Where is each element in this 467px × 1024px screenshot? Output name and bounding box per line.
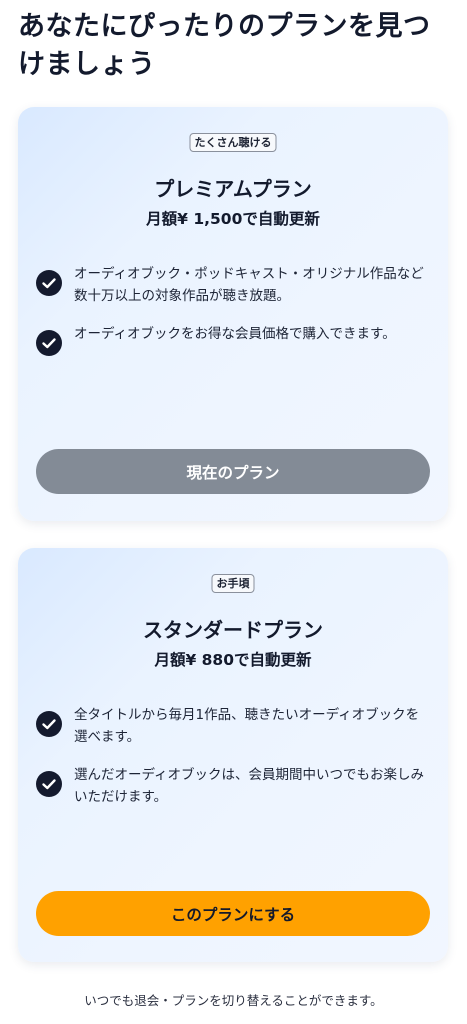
feature-text: 全タイトルから毎月1作品、聴きたいオーディオブックを選べます。 [74, 707, 420, 745]
feature-text: オーディオブック・ポッドキャスト・オリジナル作品など数十万以上の対象作品が聴き放… [74, 266, 424, 304]
page-title: あなたにぴったりのプランを見つけましょう [18, 11, 431, 80]
feature-list: オーディオブック・ポッドキャスト・オリジナル作品など数十万以上の対象作品が聴き放… [36, 263, 428, 383]
plan-badge: たくさん聴ける [189, 133, 277, 152]
plan-card-premium: たくさん聴ける プレミアムプラン 月額¥ 1,500で自動更新 オーディオブック… [18, 107, 448, 521]
feature-item: オーディオブックをお得な会員価格で購入できます。 [36, 323, 428, 371]
plan-badge: お手頃 [211, 574, 255, 593]
plan-price: 月額¥ 1,500で自動更新 [146, 210, 320, 228]
feature-list: 全タイトルから毎月1作品、聴きたいオーディオブックを選べます。 選んだオーディオ… [36, 704, 428, 824]
feature-text: 選んだオーディオブックは、会員期間中いつでもお楽しみいただけます。 [74, 767, 425, 805]
plan-name: スタンダードプラン [143, 618, 323, 642]
current-plan-button[interactable]: 現在のプラン [36, 449, 430, 494]
feature-item: 全タイトルから毎月1作品、聴きたいオーディオブックを選べます。 [36, 704, 428, 752]
check-circle-icon [36, 270, 62, 296]
choose-plan-button[interactable]: このプランにする [36, 891, 430, 936]
feature-text: オーディオブックをお得な会員価格で購入できます。 [74, 326, 396, 342]
feature-item: オーディオブック・ポッドキャスト・オリジナル作品など数十万以上の対象作品が聴き放… [36, 263, 428, 311]
check-circle-icon [36, 771, 62, 797]
check-circle-icon [36, 711, 62, 737]
plan-card-standard: お手頃 スタンダードプラン 月額¥ 880で自動更新 全タイトルから毎月1作品、… [18, 548, 448, 962]
plan-price: 月額¥ 880で自動更新 [154, 651, 312, 669]
plan-name: プレミアムプラン [154, 177, 312, 201]
check-circle-icon [36, 330, 62, 356]
feature-item: 選んだオーディオブックは、会員期間中いつでもお楽しみいただけます。 [36, 764, 428, 812]
footer-note: いつでも退会・プランを切り替えることができます。 [84, 993, 383, 1008]
